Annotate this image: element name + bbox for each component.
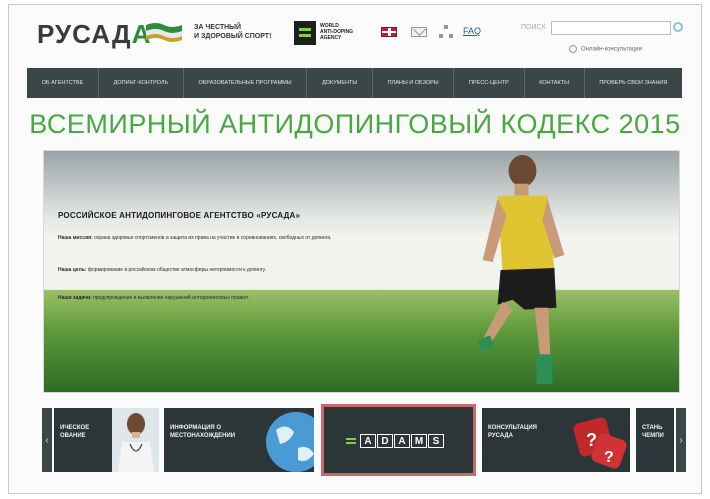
- card-title: СТАНЬ ЧЕМПИ: [642, 424, 674, 440]
- tasks-text: Наши задачи: предупреждение и выявление …: [58, 295, 368, 302]
- main-navigation: ОБ АГЕНТСТВЕ ДОПИНГ-КОНТРОЛЬ ОБРАЗОВАТЕЛ…: [27, 68, 682, 98]
- goal-label: Наша цель:: [58, 267, 87, 273]
- card-title-line: ИНФОРМАЦИЯ О: [170, 425, 222, 431]
- mission-body: охрана здоровья спортсменов и защита их …: [94, 235, 332, 241]
- carousel-card-adams[interactable]: A D A M S: [321, 404, 476, 476]
- slogan-line: И ЗДОРОВЫЙ СПОРТ!: [194, 33, 272, 40]
- mail-icon[interactable]: [411, 27, 427, 37]
- search-icon[interactable]: [673, 22, 683, 32]
- card-title-line: РУСАДА: [488, 433, 514, 439]
- nav-item-press[interactable]: ПРЕСС-ЦЕНТР: [454, 68, 525, 98]
- card-title-line: КОНСУЛЬТАЦИЯ: [488, 425, 537, 431]
- svg-text:?: ?: [586, 430, 597, 450]
- carousel-card-consultation[interactable]: КОНСУЛЬТАЦИЯ РУСАДА ? ?: [482, 408, 630, 472]
- carousel-card-champion[interactable]: СТАНЬ ЧЕМПИ: [636, 408, 674, 472]
- banner-title: РОССИЙСКОЕ АНТИДОПИНГОВОЕ АГЕНТСТВО «РУС…: [58, 211, 301, 220]
- mission-label: Наша миссия:: [58, 235, 93, 241]
- nav-item-quiz[interactable]: ПРОВЕРЬ СВОИ ЗНАНИЯ: [585, 68, 682, 98]
- wada-text: WORLD ANTI-DOPING AGENCY: [320, 23, 370, 41]
- wada-mark-icon: [294, 21, 316, 45]
- card-title-line: ЧЕМПИ: [642, 433, 664, 439]
- adams-letter: A: [394, 434, 410, 448]
- adams-letter: M: [411, 434, 427, 448]
- hero-banner: РОССИЙСКОЕ АНТИДОПИНГОВОЕ АГЕНТСТВО «РУС…: [43, 150, 680, 393]
- adams-letter: A: [360, 434, 376, 448]
- browser-frame: РУСАДА ЗА ЧЕСТНЫЙ И ЗДОРОВЫЙ СПОРТ! WORL…: [8, 4, 702, 494]
- tasks-body: предупреждение и выявление нарушений ант…: [93, 295, 250, 301]
- faq-link[interactable]: FAQ: [463, 26, 481, 36]
- globe-icon: [266, 412, 314, 472]
- english-flag-icon[interactable]: [381, 27, 397, 37]
- russian-flag-emblem-icon: [146, 23, 182, 42]
- online-consultation-link[interactable]: Онлайн-консультация: [569, 45, 642, 53]
- page-headline[interactable]: ВСЕМИРНЫЙ АНТИДОПИНГОВЫЙ КОДЕКС 2015: [9, 109, 701, 140]
- nav-item-contacts[interactable]: КОНТАКТЫ: [525, 68, 585, 98]
- mission-text: Наша миссия: охрана здоровья спортсменов…: [58, 235, 368, 242]
- nav-item-plans[interactable]: ПЛАНЫ И ОБЗОРЫ: [373, 68, 455, 98]
- nav-item-doping-control[interactable]: ДОПИНГ-КОНТРОЛЬ: [99, 68, 184, 98]
- card-title: КОНСУЛЬТАЦИЯ РУСАДА: [488, 424, 568, 440]
- site-header: РУСАДА ЗА ЧЕСТНЫЙ И ЗДОРОВЫЙ СПОРТ! WORL…: [9, 5, 701, 67]
- goal-body: формирование в российском обществе атмос…: [87, 267, 266, 273]
- carousel-next-button[interactable]: ›: [676, 408, 686, 472]
- nav-item-about[interactable]: ОБ АГЕНТСТВЕ: [27, 68, 99, 98]
- adams-mark-icon: [346, 436, 356, 446]
- svg-text:?: ?: [604, 449, 614, 466]
- carousel-card-whereabouts[interactable]: ИНФОРМАЦИЯ О МЕСТОНАХОЖДЕНИИ: [164, 408, 314, 472]
- doctor-photo: [112, 408, 159, 472]
- logo-text: РУСАД: [37, 19, 132, 49]
- card-title-line: МЕСТОНАХОЖДЕНИИ: [170, 433, 236, 439]
- question-dice-icon: ? ?: [573, 417, 627, 469]
- adams-letter: S: [428, 434, 444, 448]
- carousel-prev-button[interactable]: ‹: [42, 408, 52, 472]
- slogan: ЗА ЧЕСТНЫЙ И ЗДОРОВЫЙ СПОРТ!: [194, 23, 304, 41]
- carousel-card-medical[interactable]: ИЧЕСКОЕ ОВАНИЕ: [54, 408, 159, 472]
- wada-text-line: AGENCY: [320, 35, 342, 41]
- wada-logo[interactable]: WORLD ANTI-DOPING AGENCY: [294, 21, 374, 45]
- adams-logo: A D A M S: [346, 434, 445, 448]
- services-carousel: ‹ ИЧЕСКОЕ ОВАНИЕ ИНФОРМАЦИЯ О МЕСТОНАХОЖ…: [42, 404, 686, 476]
- tasks-label: Наши задачи:: [58, 295, 92, 301]
- search-input[interactable]: [551, 21, 671, 35]
- nav-item-documents[interactable]: ДОКУМЕНТЫ: [307, 68, 373, 98]
- nav-item-education[interactable]: ОБРАЗОВАТЕЛЬНЫЕ ПРОГРАММЫ: [184, 68, 308, 98]
- slogan-line: ЗА ЧЕСТНЫЙ: [194, 24, 242, 31]
- sitemap-icon[interactable]: [439, 25, 453, 39]
- rusada-logo[interactable]: РУСАДА: [37, 19, 151, 50]
- goal-text: Наша цель: формирование в российском общ…: [58, 267, 368, 274]
- card-title: ИНФОРМАЦИЯ О МЕСТОНАХОЖДЕНИИ: [170, 424, 265, 440]
- search-label: ПОИСК: [521, 24, 546, 31]
- adams-letter: D: [377, 434, 393, 448]
- card-title: ИЧЕСКОЕ ОВАНИЕ: [60, 425, 90, 439]
- card-title-line: СТАНЬ: [642, 425, 663, 431]
